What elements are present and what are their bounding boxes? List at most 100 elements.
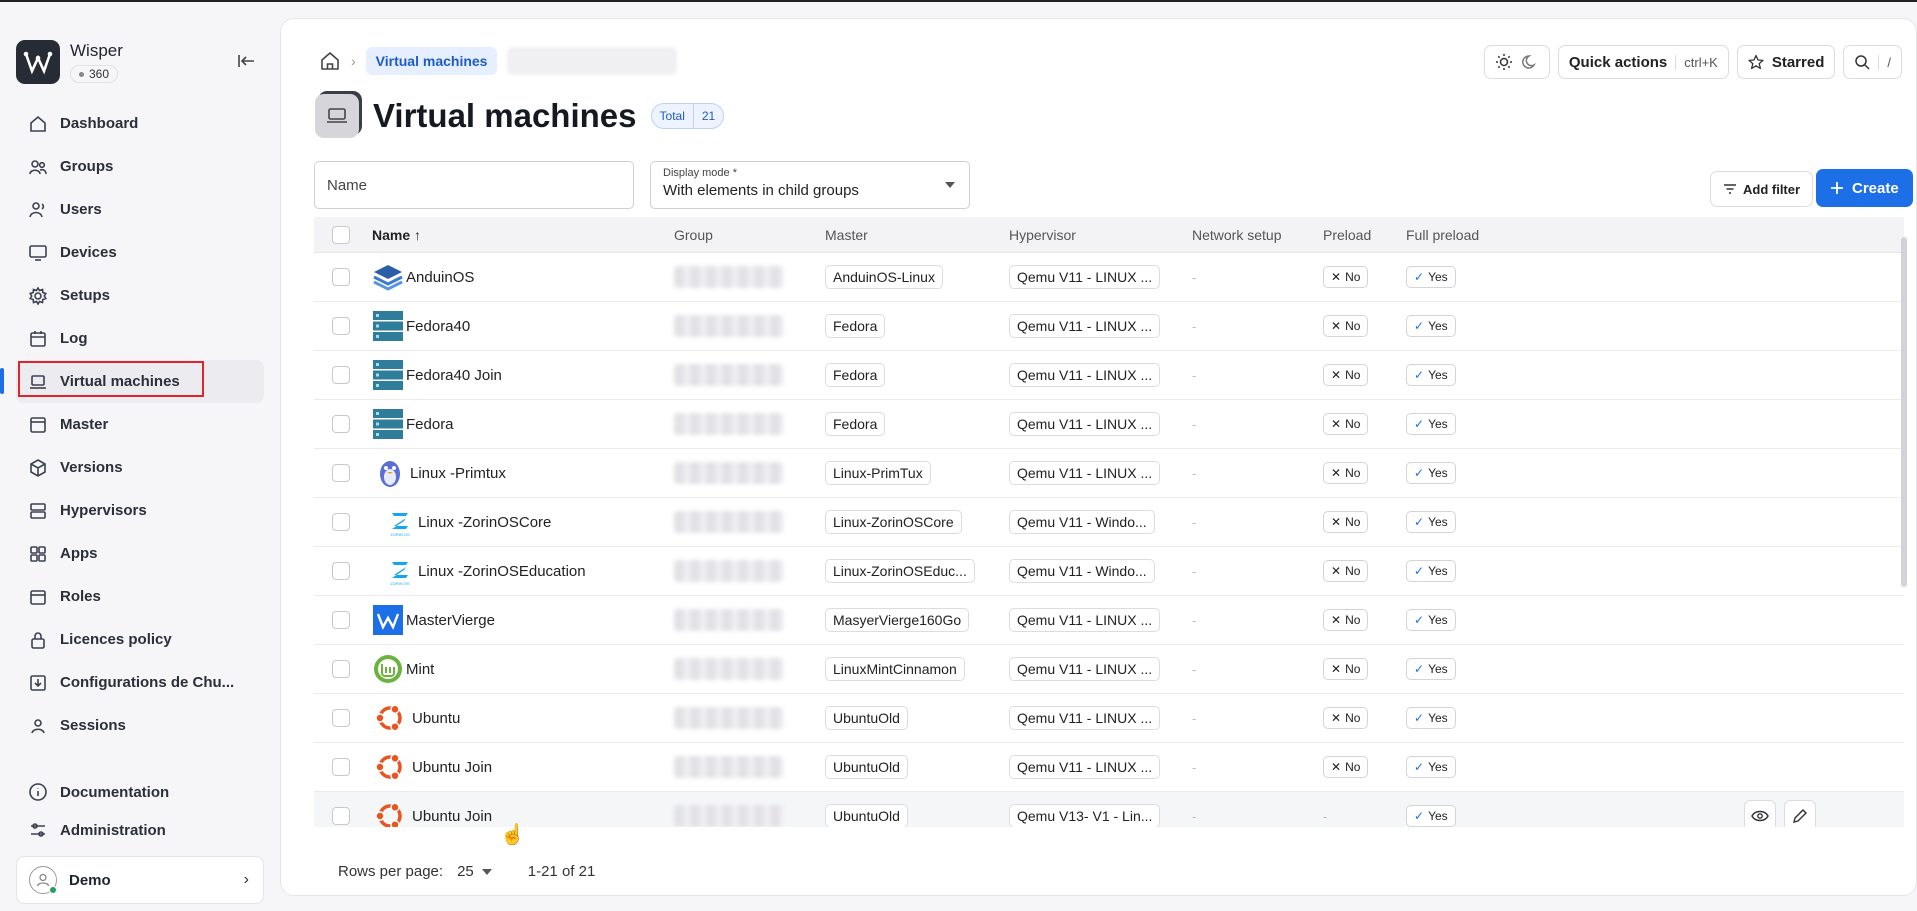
master-chip[interactable]: UbuntuOld (825, 755, 908, 779)
table-row[interactable]: Ubuntu Join UbuntuOld Qemu V13- V1 - Lin..… (314, 792, 1904, 827)
home-icon[interactable] (319, 50, 341, 72)
row-checkbox[interactable] (332, 709, 350, 727)
hypervisor-chip[interactable]: Qemu V11 - LINUX ... (1009, 706, 1161, 730)
starred-button[interactable]: Starred (1736, 45, 1836, 79)
breadcrumb-current[interactable]: Virtual machines (365, 47, 498, 75)
vm-name[interactable]: Mint (406, 661, 434, 678)
row-checkbox[interactable] (332, 415, 350, 433)
row-checkbox[interactable] (332, 464, 350, 482)
hypervisor-chip[interactable]: Qemu V11 - LINUX ... (1009, 314, 1161, 338)
sidebar-item-configurations-de-chu[interactable]: Configurations de Chu... (16, 661, 264, 704)
table-row[interactable]: Fedora Fedora Qemu V11 - LINUX ... - ✕ No ✓ Yes (314, 400, 1904, 449)
user-menu[interactable]: Demo › (16, 856, 264, 904)
vm-name[interactable]: Ubuntu (412, 710, 460, 727)
vm-name[interactable]: Linux -ZorinOSCore (418, 514, 551, 531)
table-row[interactable]: Ubuntu Join UbuntuOld Qemu V11 - LINUX ...… (314, 743, 1904, 792)
master-chip[interactable]: Fedora (825, 363, 886, 387)
row-checkbox[interactable] (332, 660, 350, 678)
hypervisor-chip[interactable]: Qemu V11 - LINUX ... (1009, 461, 1161, 485)
sidebar-item-dashboard[interactable]: Dashboard (16, 102, 264, 145)
table-row[interactable]: ZORIN OS Linux -ZorinOSEducation Linux-Zor… (314, 547, 1904, 596)
master-chip[interactable]: UbuntuOld (825, 804, 908, 827)
display-mode-select[interactable]: Display mode * With elements in child gr… (650, 161, 970, 209)
sidebar-item-master[interactable]: Master (16, 403, 264, 446)
col-master-header[interactable]: Master (825, 227, 868, 243)
table-row[interactable]: MasterVierge MasyerVierge160Go Qemu V11 - … (314, 596, 1904, 645)
search-button[interactable]: / (1843, 45, 1902, 79)
vm-name[interactable]: Linux -ZorinOSEducation (418, 563, 586, 580)
table-row[interactable]: Fedora40 Join Fedora Qemu V11 - LINUX ... -… (314, 351, 1904, 400)
moon-icon[interactable] (1521, 53, 1539, 71)
row-checkbox[interactable] (332, 366, 350, 384)
row-checkbox[interactable] (332, 317, 350, 335)
edit-button[interactable] (1784, 800, 1816, 827)
master-chip[interactable]: Fedora (825, 314, 886, 338)
sidebar-item-documentation[interactable]: Documentation (16, 773, 264, 811)
add-filter-button[interactable]: Add filter (1710, 171, 1814, 207)
hypervisor-chip[interactable]: Qemu V11 - LINUX ... (1009, 755, 1161, 779)
master-chip[interactable]: MasyerVierge160Go (825, 608, 970, 632)
hypervisor-chip[interactable]: Qemu V13- V1 - Lin... (1009, 804, 1161, 827)
vm-name[interactable]: Fedora40 Join (406, 367, 502, 384)
hypervisor-chip[interactable]: Qemu V11 - LINUX ... (1009, 608, 1161, 632)
row-checkbox[interactable] (332, 562, 350, 580)
vm-name[interactable]: MasterVierge (406, 612, 495, 629)
sidebar-item-roles[interactable]: Roles (16, 575, 264, 618)
table-row[interactable]: Ubuntu UbuntuOld Qemu V11 - LINUX ... - ✕ No ✓… (314, 694, 1904, 743)
master-chip[interactable]: Linux-PrimTux (825, 461, 931, 485)
row-checkbox[interactable] (332, 807, 350, 825)
col-network-header[interactable]: Network setup (1192, 227, 1281, 243)
vm-name[interactable]: Ubuntu Join (412, 759, 492, 776)
sidebar-item-versions[interactable]: Versions (16, 446, 264, 489)
sidebar-item-log[interactable]: Log (16, 317, 264, 360)
vm-name[interactable]: Fedora (406, 416, 454, 433)
master-chip[interactable]: LinuxMintCinnamon (825, 657, 965, 681)
sun-icon[interactable] (1495, 53, 1513, 71)
col-group-header[interactable]: Group (674, 227, 713, 243)
hypervisor-chip[interactable]: Qemu V11 - LINUX ... (1009, 363, 1161, 387)
hypervisor-chip[interactable]: Qemu V11 - LINUX ... (1009, 657, 1161, 681)
sidebar-item-sessions[interactable]: Sessions (16, 704, 264, 747)
vm-name[interactable]: Ubuntu Join (412, 808, 492, 825)
col-preload-header[interactable]: Preload (1323, 227, 1371, 243)
row-checkbox[interactable] (332, 513, 350, 531)
name-search-input[interactable] (314, 161, 634, 209)
master-chip[interactable]: AnduinOS-Linux (825, 265, 943, 289)
col-name-header[interactable]: Name ↑ (372, 227, 421, 243)
sidebar-item-administration[interactable]: Administration (16, 811, 264, 849)
row-checkbox[interactable] (332, 611, 350, 629)
create-button[interactable]: Create (1816, 169, 1913, 207)
sidebar-item-devices[interactable]: Devices (16, 231, 264, 274)
collapse-sidebar-icon[interactable] (238, 54, 256, 73)
hypervisor-chip[interactable]: Qemu V11 - LINUX ... (1009, 412, 1161, 436)
select-all-checkbox[interactable] (332, 226, 350, 244)
master-chip[interactable]: Linux-ZorinOSEduc... (825, 559, 975, 583)
theme-toggle[interactable] (1483, 45, 1550, 79)
table-row[interactable]: Linux -Primtux Linux-PrimTux Qemu V11 - LI… (314, 449, 1904, 498)
table-row[interactable]: AnduinOS AnduinOS-Linux Qemu V11 - LINUX .… (314, 253, 1904, 302)
col-full-preload-header[interactable]: Full preload (1406, 227, 1479, 243)
sidebar-item-licences-policy[interactable]: Licences policy (16, 618, 264, 661)
master-chip[interactable]: Fedora (825, 412, 886, 436)
hypervisor-chip[interactable]: Qemu V11 - LINUX ... (1009, 265, 1161, 289)
table-scrollbar[interactable] (1901, 237, 1907, 587)
sidebar-item-hypervisors[interactable]: Hypervisors (16, 489, 264, 532)
sidebar-item-setups[interactable]: Setups (16, 274, 264, 317)
rows-per-page-select[interactable]: 25 (457, 863, 492, 880)
col-hypervisor-header[interactable]: Hypervisor (1009, 227, 1076, 243)
table-row[interactable]: Mint LinuxMintCinnamon Qemu V11 - LINUX ..… (314, 645, 1904, 694)
table-row[interactable]: Fedora40 Fedora Qemu V11 - LINUX ... - ✕ No ✓ Y… (314, 302, 1904, 351)
master-chip[interactable]: UbuntuOld (825, 706, 908, 730)
table-row[interactable]: ZORIN OS Linux -ZorinOSCore Linux-ZorinOSC… (314, 498, 1904, 547)
view-button[interactable] (1744, 800, 1776, 827)
brand[interactable]: Wisper 360 (16, 40, 123, 84)
hypervisor-chip[interactable]: Qemu V11 - Windo... (1009, 559, 1155, 583)
vm-name[interactable]: Fedora40 (406, 318, 470, 335)
sidebar-item-apps[interactable]: Apps (16, 532, 264, 575)
hypervisor-chip[interactable]: Qemu V11 - Windo... (1009, 510, 1155, 534)
vm-name[interactable]: Linux -Primtux (410, 465, 506, 482)
sidebar-item-groups[interactable]: Groups (16, 145, 264, 188)
master-chip[interactable]: Linux-ZorinOSCore (825, 510, 962, 534)
vm-name[interactable]: AnduinOS (406, 269, 474, 286)
sidebar-item-users[interactable]: Users (16, 188, 264, 231)
